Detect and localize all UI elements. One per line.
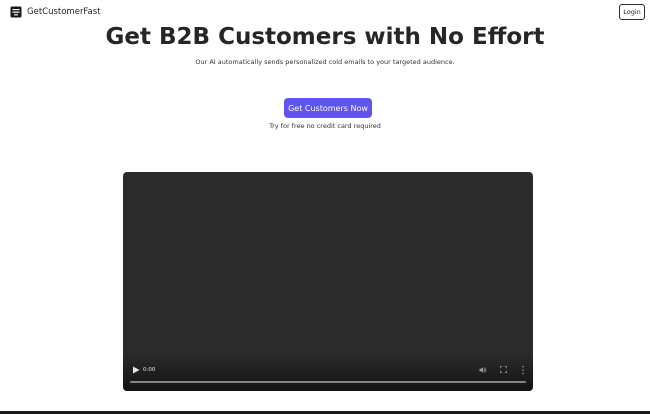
login-button[interactable]: Login	[619, 4, 645, 20]
server-stack-icon	[10, 6, 22, 18]
video-player[interactable]: 0:00	[123, 172, 533, 391]
play-icon[interactable]	[132, 366, 140, 374]
brand[interactable]: GetCustomerFast	[10, 6, 101, 18]
hero-subtitle: Our AI automatically sends personalized …	[195, 58, 455, 66]
hero-title: Get B2B Customers with No Effort	[105, 24, 545, 50]
video-progress-bar[interactable]	[130, 381, 526, 383]
video-time: 0:00	[143, 367, 156, 373]
volume-icon[interactable]	[479, 366, 487, 374]
more-vertical-icon[interactable]	[521, 365, 525, 375]
site-header: GetCustomerFast Login	[0, 0, 650, 24]
brand-name: GetCustomerFast	[27, 7, 101, 17]
landing-page: GetCustomerFast Login Get B2B Customers …	[0, 0, 650, 414]
get-customers-button[interactable]: Get Customers Now	[284, 98, 372, 118]
cta-note: Try for free no credit card required	[269, 122, 381, 130]
fullscreen-icon[interactable]	[500, 366, 507, 373]
video-controls: 0:00	[123, 361, 533, 391]
